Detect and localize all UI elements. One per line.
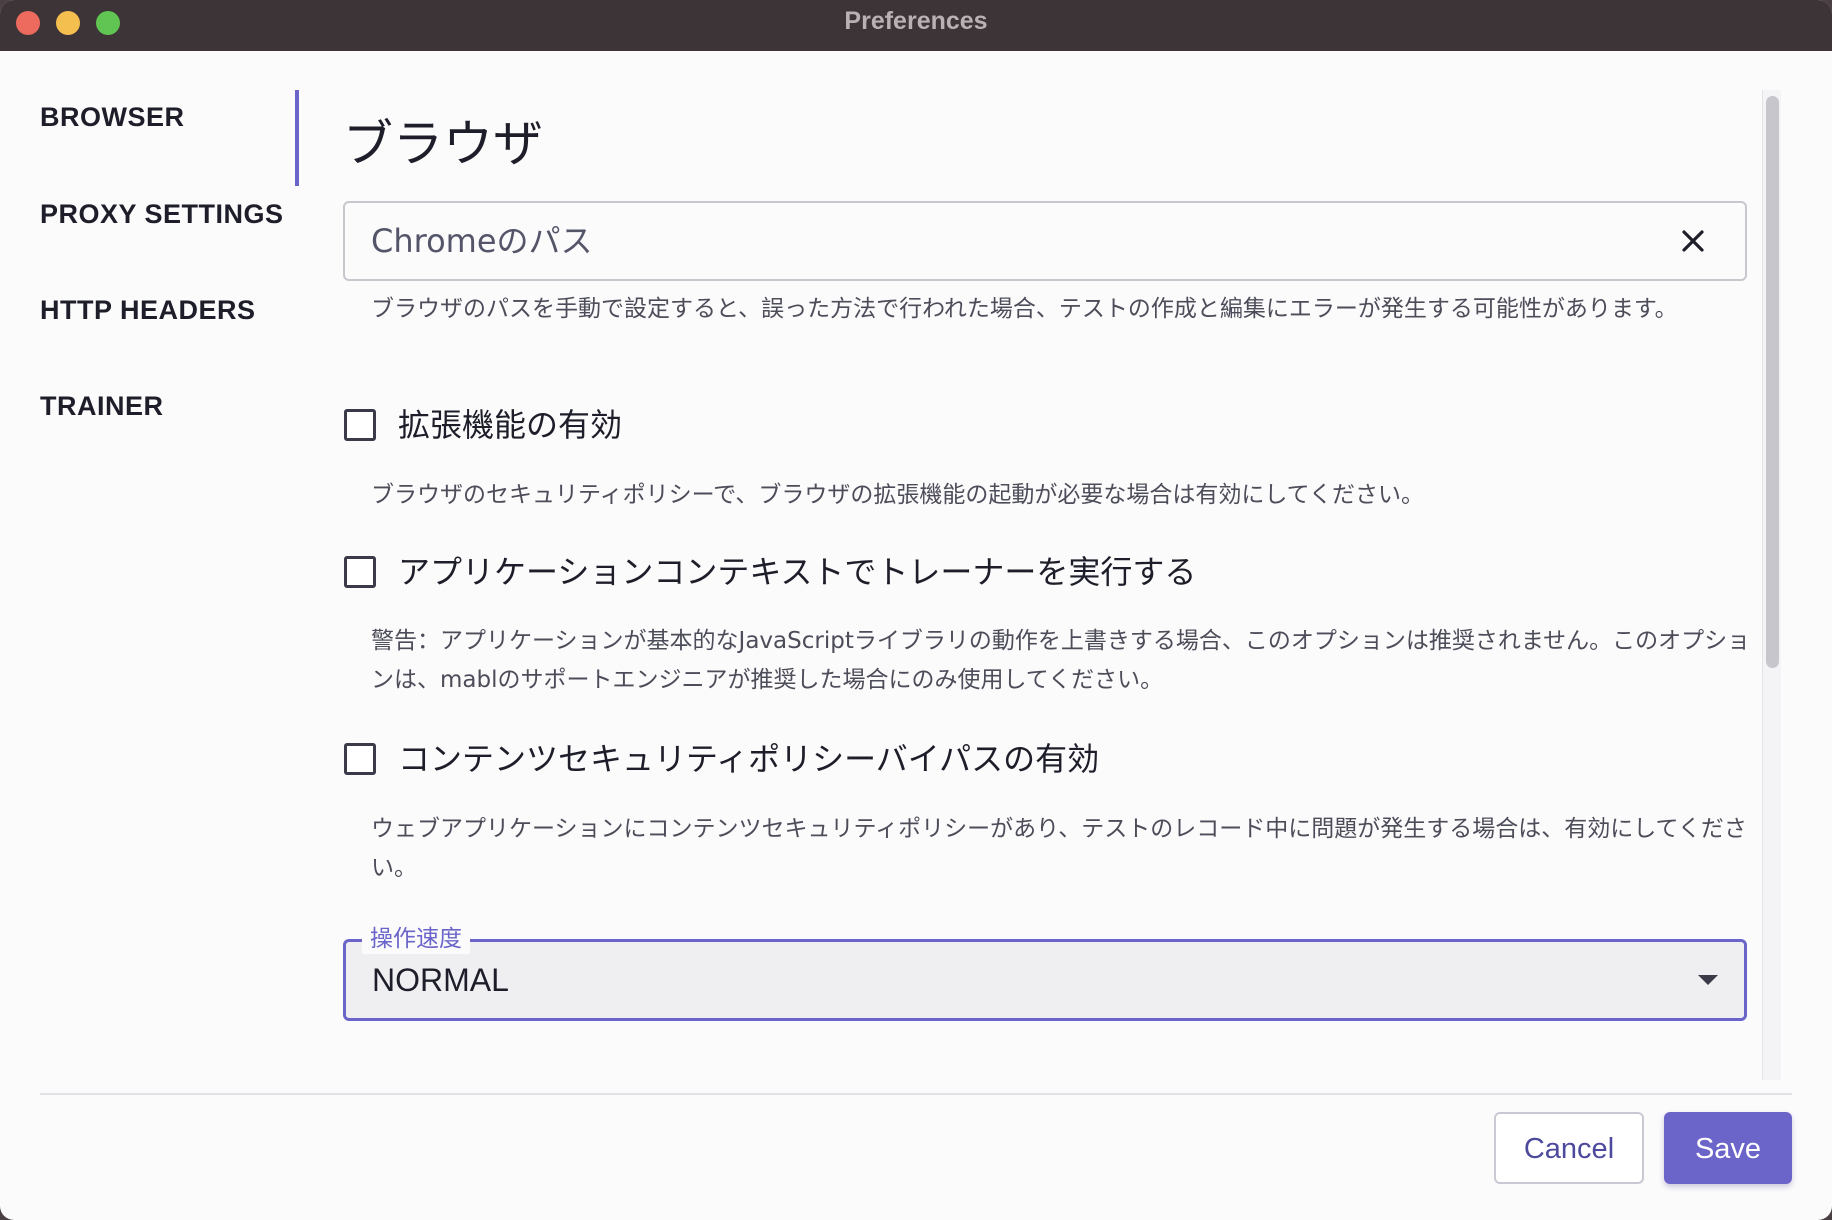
trainer-app-context-helper: 警告：アプリケーションが基本的なJavaScriptライブラリの動作を上書きする… — [371, 628, 1751, 693]
operation-speed-select[interactable]: 操作速度 NORMAL — [343, 924, 1747, 1021]
enable-extensions-helper: ブラウザのセキュリティポリシーで、ブラウザの拡張機能の起動が必要な場合は有効にし… — [371, 482, 1424, 508]
sidebar-item-proxy-settings[interactable]: PROXY SETTINGS — [40, 199, 284, 230]
csp-bypass-label: コンテンツセキュリティポリシーバイパスの有効 — [398, 740, 1100, 778]
checkbox-unchecked-icon[interactable] — [344, 743, 376, 775]
checkbox-unchecked-icon[interactable] — [344, 409, 376, 441]
sidebar-item-http-headers[interactable]: HTTP HEADERS — [40, 295, 256, 326]
window-title: Preferences — [844, 7, 988, 35]
dropdown-arrow-icon[interactable] — [1698, 975, 1718, 985]
scrollbar-thumb[interactable] — [1766, 96, 1779, 668]
title-bar: Preferences — [0, 0, 1832, 51]
operation-speed-value[interactable]: NORMAL — [372, 942, 509, 1018]
close-icon[interactable] — [1675, 223, 1711, 259]
trainer-app-context-label: アプリケーションコンテキストでトレーナーを実行する — [398, 553, 1197, 591]
checkbox-unchecked-icon[interactable] — [344, 556, 376, 588]
page-title: ブラウザ — [343, 115, 543, 173]
sidebar-item-trainer[interactable]: TRAINER — [40, 391, 164, 422]
enable-extensions-label: 拡張機能の有効 — [398, 406, 623, 444]
sidebar-item-browser[interactable]: BROWSER — [40, 102, 185, 133]
save-button[interactable]: Save — [1664, 1112, 1792, 1184]
vertical-scrollbar[interactable] — [1762, 90, 1781, 1080]
chrome-path-field — [343, 201, 1747, 281]
preferences-window: Preferences BROWSER PROXY SETTINGS HTTP … — [0, 0, 1832, 1220]
csp-bypass-helper: ウェブアプリケーションにコンテンツセキュリティポリシーがあり、テストのレコード中… — [371, 816, 1747, 881]
chrome-path-helper: ブラウザのパスを手動で設定すると、誤った方法で行われた場合、テストの作成と編集に… — [371, 296, 1678, 322]
sidebar-active-indicator — [295, 90, 299, 186]
chrome-path-input[interactable] — [371, 203, 1651, 279]
cancel-button[interactable]: Cancel — [1494, 1112, 1644, 1184]
footer-divider — [40, 1093, 1792, 1095]
